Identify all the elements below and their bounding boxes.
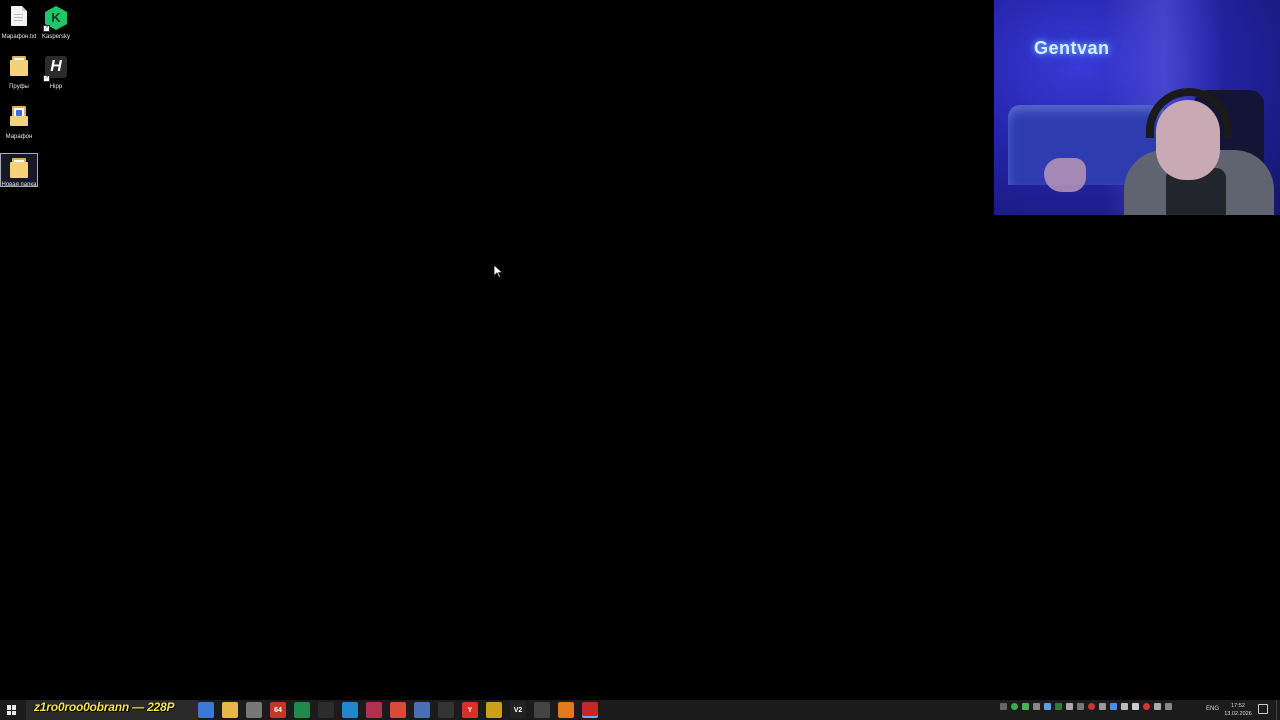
tray-app-icon[interactable] xyxy=(1143,703,1150,710)
streamer-hand xyxy=(1044,158,1086,192)
taskbar-app-tool[interactable] xyxy=(246,702,262,718)
tray-app-icon[interactable] xyxy=(1110,703,1117,710)
folder-icon xyxy=(8,158,30,178)
desktop-icon-new-folder[interactable]: Новая папка xyxy=(0,153,38,188)
taskbar-app-epic-games[interactable] xyxy=(438,702,454,718)
taskbar-app-yandex[interactable]: Y xyxy=(462,702,478,718)
clock-date: 13.02.2026 xyxy=(1224,711,1252,717)
taskbar-pinned-apps: 64 Y V2 xyxy=(198,702,598,718)
kaspersky-icon: K ↗ xyxy=(43,6,67,32)
desktop-icon-kaspersky[interactable]: K ↗ Kaspersky xyxy=(37,2,75,41)
taskbar-app-calculator[interactable] xyxy=(414,702,430,718)
desktop-icon-label: Марафон xyxy=(5,134,33,140)
taskbar-app-steam-like[interactable] xyxy=(198,702,214,718)
webcam-overlay: Gentvan xyxy=(994,0,1280,215)
taskbar-app-pycharm[interactable] xyxy=(294,702,310,718)
taskbar-app-chrome[interactable] xyxy=(390,702,406,718)
folder-icon xyxy=(8,106,30,130)
taskbar-app-glyph: 64 xyxy=(274,706,282,714)
windows-logo-icon xyxy=(7,705,17,715)
network-icon[interactable] xyxy=(1121,703,1128,710)
neon-sign: Gentvan xyxy=(1034,38,1110,58)
folder-icon xyxy=(8,56,30,80)
desktop-icon-label: Марафон.txt xyxy=(1,34,37,40)
tray-app-icon[interactable] xyxy=(1022,703,1029,710)
text-file-icon xyxy=(8,6,30,30)
language-indicator[interactable]: ENG xyxy=(1206,706,1219,712)
desktop-icon-label: Пруфы xyxy=(9,84,29,90)
tray-app-icon[interactable] xyxy=(1099,703,1106,710)
tray-chevron-icon[interactable] xyxy=(1000,703,1007,710)
taskbar-app-app-red[interactable] xyxy=(366,702,382,718)
tray-app-icon[interactable] xyxy=(1033,703,1040,710)
tray-app-icon[interactable] xyxy=(1055,703,1062,710)
taskbar: z1ro0roo0obrann — 228P 64 Y V2 ENG 17:52 1… xyxy=(0,700,1280,720)
taskbar-app-app-red2[interactable] xyxy=(582,702,598,718)
tray-app-icon[interactable] xyxy=(1088,703,1095,710)
taskbar-app-app-orange[interactable] xyxy=(558,702,574,718)
tray-app-icon[interactable] xyxy=(1011,703,1018,710)
desktop-icon-label: Новая папка xyxy=(1,182,37,188)
tray-app-icon[interactable] xyxy=(1044,703,1051,710)
tray-app-icon[interactable] xyxy=(1077,703,1084,710)
desktop-icon-label: Hipp xyxy=(49,84,63,90)
desktop-icon-label: Kaspersky xyxy=(41,34,70,40)
taskbar-app-aida64[interactable]: 64 xyxy=(270,702,286,718)
stream-overlay-text: z1ro0roo0obrann — 228P xyxy=(34,700,175,714)
clock-time: 17:52 xyxy=(1231,703,1245,709)
desktop-icon-marathon-txt[interactable]: Марафон.txt xyxy=(0,2,38,41)
desktop-icon-hipp[interactable]: H ↗ Hipp xyxy=(37,52,75,91)
show-desktop-button[interactable] xyxy=(1276,700,1280,720)
taskbar-app-steam[interactable] xyxy=(534,702,550,718)
taskbar-app-app-yellow[interactable] xyxy=(486,702,502,718)
keyboard-icon[interactable] xyxy=(1165,703,1172,710)
taskbar-app-epic[interactable] xyxy=(318,702,334,718)
clock[interactable]: 17:52 13.02.2026 xyxy=(1222,702,1254,718)
notifications-icon[interactable] xyxy=(1258,704,1268,714)
taskbar-app-file-explorer[interactable] xyxy=(222,702,238,718)
taskbar-app-glyph: Y xyxy=(467,706,473,714)
tray-app-icon[interactable] xyxy=(1154,703,1161,710)
start-button[interactable] xyxy=(0,700,24,720)
hipp-icon: H ↗ xyxy=(43,56,67,82)
desktop-icon-marathon-folder[interactable]: Марафон xyxy=(0,102,38,141)
taskbar-app-edge[interactable] xyxy=(342,702,358,718)
desktop-icon-proofs[interactable]: Пруфы xyxy=(0,52,38,91)
system-tray xyxy=(1000,703,1172,710)
taskbar-app-glyph: V2 xyxy=(513,706,523,714)
volume-icon[interactable] xyxy=(1132,703,1139,710)
tray-app-icon[interactable] xyxy=(1066,703,1073,710)
taskbar-app-v2[interactable]: V2 xyxy=(510,702,526,718)
